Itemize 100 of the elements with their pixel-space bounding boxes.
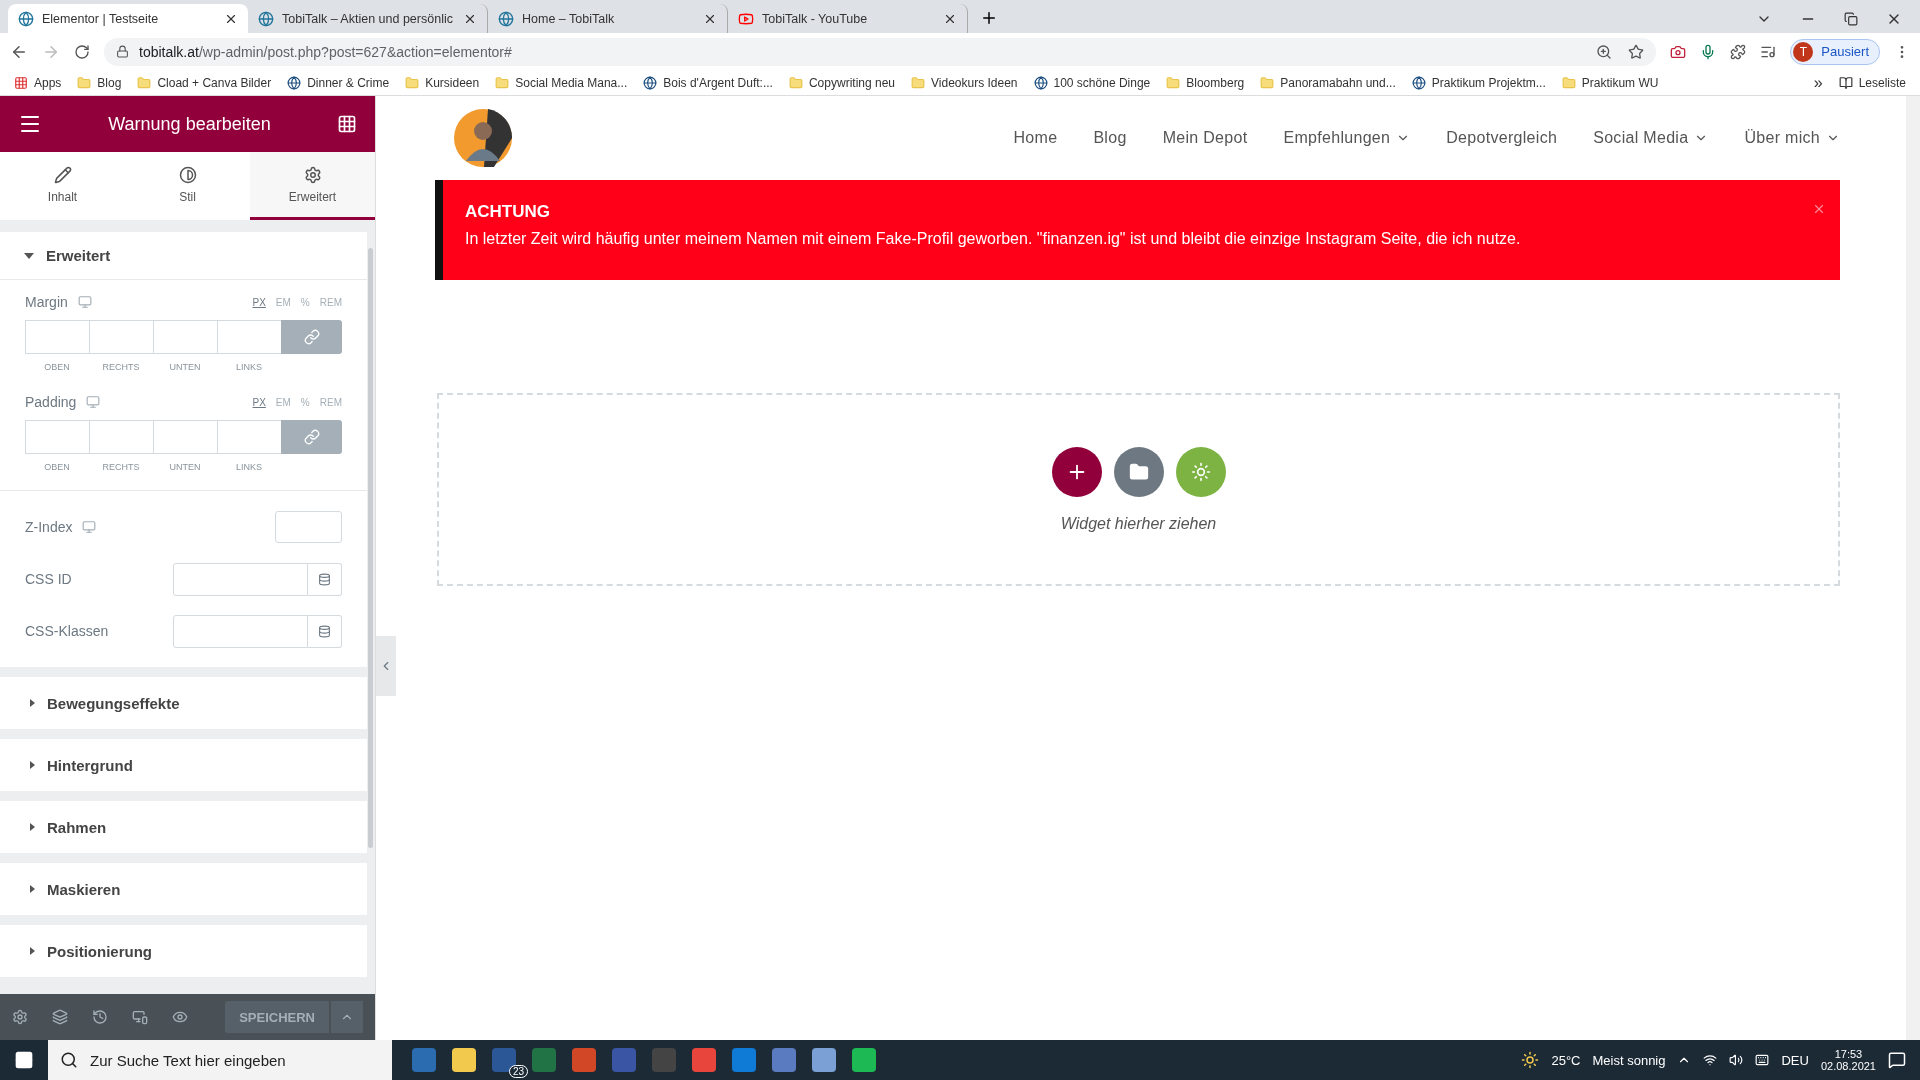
bookmark[interactable]: Social Media Mana... [515,75,628,90]
panel-tab[interactable]: Erweitert [250,152,375,220]
bookmark[interactable]: Panoramabahn und... [1280,75,1396,90]
control-label: Padding [25,394,77,410]
bookmark[interactable]: Bloomberg [1186,75,1245,90]
site-icon [18,10,34,27]
volume-icon[interactable] [1729,1053,1744,1067]
section-header[interactable]: Maskieren [0,863,367,915]
dimension-input[interactable] [217,420,281,454]
zoom-icon[interactable] [1596,43,1613,60]
profile-button[interactable]: T Pausiert [1790,38,1880,65]
bookmark[interactable]: Praktikum Projektm... [1431,75,1546,90]
link-icon [303,429,320,445]
bookmark[interactable]: Praktikum WU [1581,75,1659,90]
bookmark[interactable]: Bois d'Argent Duft:... [663,75,773,90]
new-tab-icon[interactable] [980,9,998,27]
side-label: OBEN [43,362,71,372]
reading-list[interactable]: Leseliste [1858,75,1906,90]
clock-date: 02.08.2021 [1820,1060,1876,1072]
control-label: CSS ID [25,571,73,587]
dimension-input[interactable] [25,320,89,354]
z-index-input[interactable] [275,511,342,543]
bookmark[interactable]: 100 schöne Dinge [1053,75,1151,90]
mail-count-badge: 23 [508,1065,528,1078]
taskbar-search[interactable]: Zur Suche Text hier eingeben [48,1040,392,1080]
section-header[interactable]: Hintergrund [0,739,367,791]
nav-link[interactable]: Mein Depot [1162,129,1248,147]
bookmark[interactable]: Kursideen [425,75,480,90]
history-icon[interactable] [92,1009,108,1025]
desktop-icon[interactable] [86,395,101,409]
star-icon[interactable] [1628,43,1645,60]
control-label: Z-Index [25,519,73,535]
section-header[interactable]: Bewegungseffekte [0,677,367,729]
nav-link[interactable]: Empfehlungen [1283,129,1411,147]
bookmark[interactable]: Apps [34,75,62,90]
more-bookmarks[interactable]: » [1813,73,1823,92]
address-bar[interactable]: tobitalk.at/wp-admin/post.php?post=627&action=elementor# [104,37,1657,66]
desktop-icon[interactable] [77,295,92,309]
notifications-icon[interactable] [1888,1051,1906,1069]
extension-icon[interactable] [1670,43,1687,60]
dimension-input[interactable] [25,420,89,454]
scrollbar[interactable] [1906,96,1920,1040]
alert-text: In letzter Zeit wird häufig unter meinem Namen mit einem Fake-Profil geworben. "finanzen.ig" ist und bleibt die einzige Instagram Seite, die ich nutze. [465,230,1522,248]
nav-link[interactable]: Blog [1093,129,1127,147]
sun-icon [1190,461,1211,482]
section-header[interactable]: Rahmen [0,801,367,853]
nav-link[interactable]: Home [1013,129,1058,147]
bookmark[interactable]: Cload + Canva Bilder [157,75,272,90]
responsive-icon[interactable] [132,1009,148,1025]
dimension-input[interactable] [217,320,281,354]
side-label: UNTEN [168,362,202,372]
nav-link[interactable]: Social Media [1593,129,1709,147]
windows-start-icon[interactable] [14,1050,34,1070]
scrollbar[interactable] [368,248,373,848]
side-label: LINKS [235,462,263,472]
bookmark[interactable]: Dinner & Crime [307,75,390,90]
preview-icon[interactable] [172,1009,188,1025]
site-icon [643,75,658,90]
bookmark[interactable]: Blog [97,75,122,90]
bookmark[interactable]: Videokurs Ideen [931,75,1018,90]
side-label: RECHTS [101,362,141,372]
side-label: UNTEN [168,462,202,472]
extensions-icon[interactable] [1730,43,1747,60]
dynamic-tags-button[interactable] [308,562,342,596]
lock-icon [116,45,129,58]
avatar [454,109,512,167]
nav-link[interactable]: Depotvergleich [1446,129,1558,147]
dimension-input[interactable] [153,420,217,454]
section-header[interactable]: Erweitert [0,232,367,280]
pencil-icon [53,165,72,184]
temperature: 25°C [1551,1052,1581,1068]
unit-option[interactable]: PX [252,396,266,408]
dynamic-tags-button[interactable] [308,614,342,648]
nav-link[interactable]: Über mich [1744,129,1840,147]
section-header[interactable]: Positionierung [0,925,367,977]
reload-icon[interactable] [74,43,90,60]
bookmark[interactable]: Copywriting neu [808,75,895,90]
restore-icon[interactable] [1844,12,1858,26]
desktop-icon[interactable] [82,520,97,534]
drop-hint: Widget hierher ziehen [1060,514,1217,533]
browser-tab[interactable]: Elementor | Testseite [8,4,248,33]
unit-option[interactable]: PX [252,296,266,308]
control-label: CSS-Klassen [25,623,110,639]
text-field[interactable] [173,562,308,596]
search-icon [60,1051,78,1069]
layers-icon[interactable] [52,1009,68,1025]
dimension-input[interactable] [153,320,217,354]
site-icon [258,10,274,27]
gear-icon[interactable] [12,1009,28,1025]
clock-time: 17:53 [1834,1048,1863,1060]
dimension-input[interactable] [89,320,153,354]
text-field[interactable] [173,614,308,648]
dimension-input[interactable] [89,420,153,454]
input-language[interactable]: DEU [1781,1052,1809,1068]
half-circle-icon [178,165,197,184]
site-icon [1033,75,1048,90]
widgets-grid-icon[interactable] [337,114,357,134]
keyboard-icon[interactable] [1755,1053,1770,1067]
folder-icon [1260,75,1275,90]
network-icon[interactable] [1703,1053,1718,1067]
